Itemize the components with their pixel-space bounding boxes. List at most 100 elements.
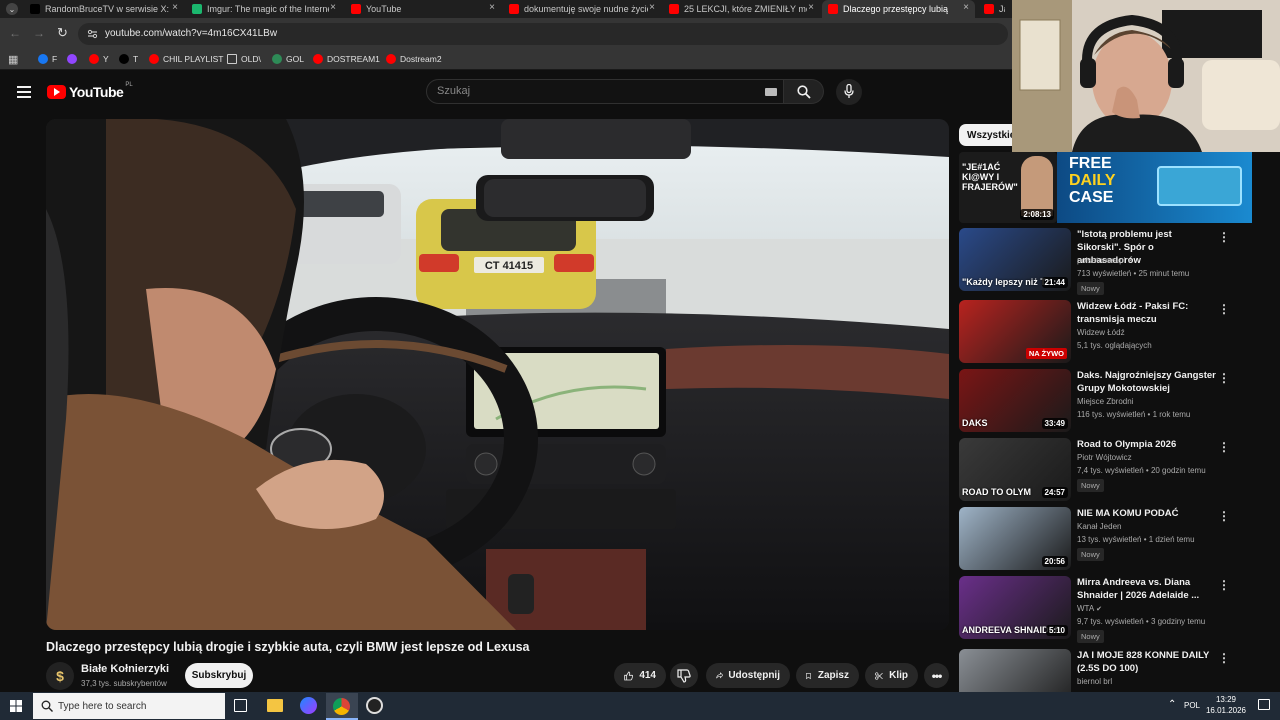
tab-close-icon[interactable]: ×: [808, 2, 814, 13]
sidebar-ad[interactable]: "JE#1AĆ KI@WY I FRAJERÓW" 2:08:13 FREE D…: [959, 152, 1252, 223]
more-vertical-icon[interactable]: ⋮: [1218, 509, 1230, 523]
browser-tab[interactable]: Imgur: The magic of the Internet ×: [186, 0, 342, 18]
more-vertical-icon[interactable]: ⋮: [1218, 651, 1230, 665]
language-indicator[interactable]: POL: [1184, 701, 1200, 710]
new-badge: Nowy: [1077, 479, 1104, 492]
share-arrow-icon: [716, 672, 724, 679]
tab-list-chevron-icon[interactable]: ⌄: [6, 3, 18, 15]
taskbar-search-input[interactable]: Type here to search: [33, 693, 225, 719]
video-thumbnail[interactable]: 20:56: [959, 507, 1071, 570]
recommended-video-meta: 9,7 tys. wyświetleń • 3 godziny temu: [1077, 617, 1206, 626]
bookmark-item[interactable]: CHIL PLAYLIST: [149, 52, 223, 66]
x-icon: [119, 54, 129, 64]
recommended-video[interactable]: 20:56 NIE MA KOMU PODAĆ Kanał Jeden 13 tys.…: [959, 507, 1271, 570]
ad-line-daily: DAILY: [1069, 172, 1116, 189]
recommended-video[interactable]: DAKS 33:49 Daks. Najgroźniejszy Gangster G…: [959, 369, 1271, 432]
browser-tab[interactable]: Dlaczego przestępcy lubią ×: [822, 0, 975, 18]
site-info-icon[interactable]: [87, 29, 98, 39]
bookmark-item[interactable]: Dostream2: [386, 52, 442, 66]
recommended-channel-name[interactable]: Kanał Jeden: [1077, 522, 1121, 531]
browser-tab-label: Jak: [999, 4, 1005, 14]
tab-close-icon[interactable]: ×: [649, 2, 655, 13]
recommended-video-title[interactable]: JA I MOJE 828 KONNE DAILY (2.5S DO 100): [1077, 649, 1217, 675]
bookmark-item[interactable]: GOL: [272, 52, 304, 66]
bookmark-item[interactable]: F: [38, 52, 57, 66]
video-thumbnail[interactable]: NA ŻYWO: [959, 300, 1071, 363]
tab-close-icon[interactable]: ×: [489, 2, 495, 13]
clip-button[interactable]: Klip: [865, 663, 918, 688]
bookmark-item[interactable]: Y: [89, 52, 109, 66]
more-vertical-icon[interactable]: ⋮: [1218, 230, 1230, 244]
new-badge: Nowy: [1077, 548, 1104, 561]
bookmark-item[interactable]: DOSTREAM1: [313, 52, 380, 66]
recommended-channel-name[interactable]: Piotr Wójtowicz: [1077, 453, 1132, 462]
obs-app-icon[interactable]: [366, 697, 383, 714]
taskbar-clock[interactable]: 13:29 16.01.2026: [1204, 694, 1248, 716]
recommended-channel-name[interactable]: Miejsce Zbrodni: [1077, 397, 1133, 406]
recommended-channel-name[interactable]: WTA ✔: [1077, 604, 1102, 613]
tray-chevron-icon[interactable]: ⌃: [1168, 699, 1176, 710]
recommended-video-title[interactable]: Widzew Łódź - Paksi FC: transmisja meczu: [1077, 300, 1217, 326]
file-explorer-icon[interactable]: [267, 699, 283, 712]
voice-search-button[interactable]: [836, 79, 862, 105]
menu-hamburger-icon[interactable]: [17, 86, 31, 98]
search-input[interactable]: Szukaj: [426, 79, 784, 104]
more-actions-button[interactable]: •••: [924, 663, 949, 688]
dislike-button[interactable]: [670, 663, 698, 688]
browser-tab[interactable]: RandomBruceTV w serwisie X: ×: [24, 0, 184, 18]
back-arrow-icon[interactable]: ←: [9, 26, 21, 40]
save-button[interactable]: Zapisz: [796, 663, 859, 688]
more-vertical-icon[interactable]: ⋮: [1218, 440, 1230, 454]
recommended-channel-name[interactable]: polsatnews.pl ✔: [1077, 256, 1133, 265]
bookmark-item[interactable]: OLD\: [227, 52, 261, 66]
recommended-video[interactable]: ANDREEVA SHNAIDER 5:10 Mirra Andreeva vs. …: [959, 576, 1271, 643]
channel-name[interactable]: Białe Kołnierzyki: [81, 663, 169, 675]
tab-close-icon[interactable]: ×: [963, 2, 969, 13]
recommended-video[interactable]: ROAD TO OLYM 24:57 Road to Olympia 2026 Pio…: [959, 438, 1271, 501]
video-thumbnail[interactable]: DAKS 33:49: [959, 369, 1071, 432]
apps-grid-icon[interactable]: ▦: [8, 53, 18, 66]
messenger-app-icon[interactable]: [300, 697, 317, 714]
windows-start-button[interactable]: [0, 692, 32, 720]
tab-close-icon[interactable]: ×: [330, 2, 336, 13]
forward-arrow-icon[interactable]: →: [33, 26, 45, 40]
recommended-video-title[interactable]: NIE MA KOMU PODAĆ: [1077, 507, 1217, 520]
channel-avatar[interactable]: $: [46, 662, 74, 690]
recommended-video-title[interactable]: Daks. Najgroźniejszy Gangster Grupy Moko…: [1077, 369, 1217, 395]
video-thumbnail[interactable]: "Każdy lepszy niż T 21:44: [959, 228, 1071, 291]
address-url: youtube.com/watch?v=4m16CX41LBw: [105, 28, 278, 39]
video-thumbnail[interactable]: ANDREEVA SHNAIDER 5:10: [959, 576, 1071, 639]
reload-icon[interactable]: ↻: [57, 25, 68, 41]
recommended-video[interactable]: NA ŻYWO Widzew Łódź - Paksi FC: transmisj…: [959, 300, 1271, 363]
browser-tab[interactable]: dokumentuję swoje nudne życie ×: [503, 0, 661, 18]
video-player[interactable]: CT 41415: [46, 119, 949, 630]
like-button[interactable]: 414: [614, 663, 666, 688]
keyboard-icon[interactable]: [765, 88, 777, 96]
bookmark-item[interactable]: T: [119, 52, 138, 66]
notification-icon[interactable]: [1258, 699, 1270, 710]
browser-tab[interactable]: YouTube ×: [345, 0, 501, 18]
chrome-app-icon[interactable]: [326, 693, 358, 720]
more-vertical-icon[interactable]: ⋮: [1218, 578, 1230, 592]
task-view-icon[interactable]: [234, 699, 247, 712]
browser-tab-label: YouTube: [366, 4, 402, 14]
recommended-video-title[interactable]: Mirra Andreeva vs. Diana Shnaider | 2026…: [1077, 576, 1217, 602]
search-button[interactable]: [784, 79, 824, 104]
recommended-video-title[interactable]: Road to Olympia 2026: [1077, 438, 1217, 451]
subscribe-button[interactable]: Subskrybuj: [185, 663, 253, 688]
share-button[interactable]: Udostępnij: [706, 663, 790, 688]
recommended-channel-name[interactable]: Widzew Łódź: [1077, 328, 1125, 337]
address-bar[interactable]: youtube.com/watch?v=4m16CX41LBw: [78, 23, 1008, 45]
scissors-icon: [875, 671, 883, 680]
browser-tab-label: dokumentuję swoje nudne życie: [524, 4, 648, 14]
video-thumbnail[interactable]: ROAD TO OLYM 24:57: [959, 438, 1071, 501]
more-vertical-icon[interactable]: ⋮: [1218, 302, 1230, 316]
bookmark-item[interactable]: [67, 52, 81, 66]
recommended-channel-name[interactable]: biernol brl: [1077, 677, 1112, 686]
more-vertical-icon[interactable]: ⋮: [1218, 371, 1230, 385]
browser-tab[interactable]: 25 LEKCJI, które ZMIENIŁY moje ×: [663, 0, 820, 18]
tab-close-icon[interactable]: ×: [172, 2, 178, 13]
recommended-video[interactable]: "Każdy lepszy niż T 21:44 "Istotą problemu…: [959, 228, 1271, 295]
youtube-logo[interactable]: YouTube PL: [47, 82, 133, 100]
folder-icon: [227, 54, 237, 64]
